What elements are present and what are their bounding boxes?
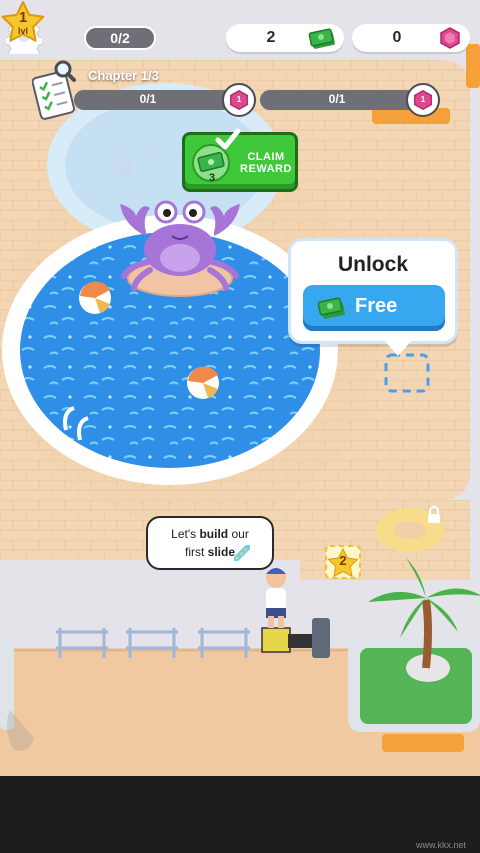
- chapter-progress-text-2: 0/1: [328, 92, 346, 106]
- lock-icon: [113, 150, 133, 176]
- cash-icon: [317, 297, 345, 319]
- unlock-popup: Unlock Free: [288, 238, 458, 344]
- claim-reward-label-2: REWARD: [240, 163, 292, 175]
- speech-line-2: first slide: [184, 545, 236, 559]
- level-progress-text: 0/2: [110, 30, 130, 46]
- lock-icon: [428, 506, 440, 523]
- level-progress-bar: 0/2: [84, 26, 156, 50]
- level-badge[interactable]: 1 lvl: [0, 0, 46, 46]
- unlock-free-button[interactable]: Free: [303, 285, 445, 331]
- star-marker-number: 2: [339, 553, 347, 568]
- unlock-free-label: Free: [355, 295, 398, 317]
- gem-counter[interactable]: 0: [352, 24, 470, 52]
- watermark-text: www.kkx.net: [415, 840, 466, 850]
- claim-reward-label-1: CLAIM: [247, 151, 285, 163]
- magnifier-icon: [54, 60, 76, 82]
- unlock-title: Unlock: [337, 253, 408, 276]
- chapter-title: Chapter 1/3: [88, 68, 159, 83]
- chapter-progress-text-1: 0/1: [139, 92, 157, 106]
- cash-amount: 2: [266, 29, 276, 46]
- bottom-bar: [0, 776, 480, 853]
- chapter-reward-2-amount: 1: [420, 95, 426, 104]
- tutorial-speech-bubble: Let's build our first slide: [146, 516, 274, 570]
- speech-line-1: Let's build our: [171, 527, 249, 541]
- cash-icon: [308, 28, 335, 49]
- chapter-reward-1-amount: 1: [236, 95, 242, 104]
- chapter-tasks-button[interactable]: [31, 60, 82, 120]
- claim-reward-count: 3: [209, 172, 216, 184]
- gem-amount: 0: [392, 29, 402, 46]
- chapter-reward-2[interactable]: 1: [406, 83, 440, 117]
- gem-icon: [440, 27, 460, 49]
- level-label: lvl: [17, 26, 28, 36]
- chapter-reward-1[interactable]: 1: [222, 83, 256, 117]
- unlock-popup-pointer: [384, 340, 412, 356]
- cash-counter[interactable]: 2: [226, 24, 344, 52]
- claim-reward-button[interactable]: CLAIM REWARD 3: [182, 128, 298, 192]
- level-number: 1: [18, 9, 28, 26]
- chapter-progress-bar-1: 0/1: [74, 90, 244, 110]
- slide-icon: [234, 545, 250, 561]
- check-icon: [215, 128, 241, 150]
- game-scene[interactable]: Slide is re 2 0/2 1 lvl 2 0 0/1 1 0/1 1 …: [0, 0, 480, 853]
